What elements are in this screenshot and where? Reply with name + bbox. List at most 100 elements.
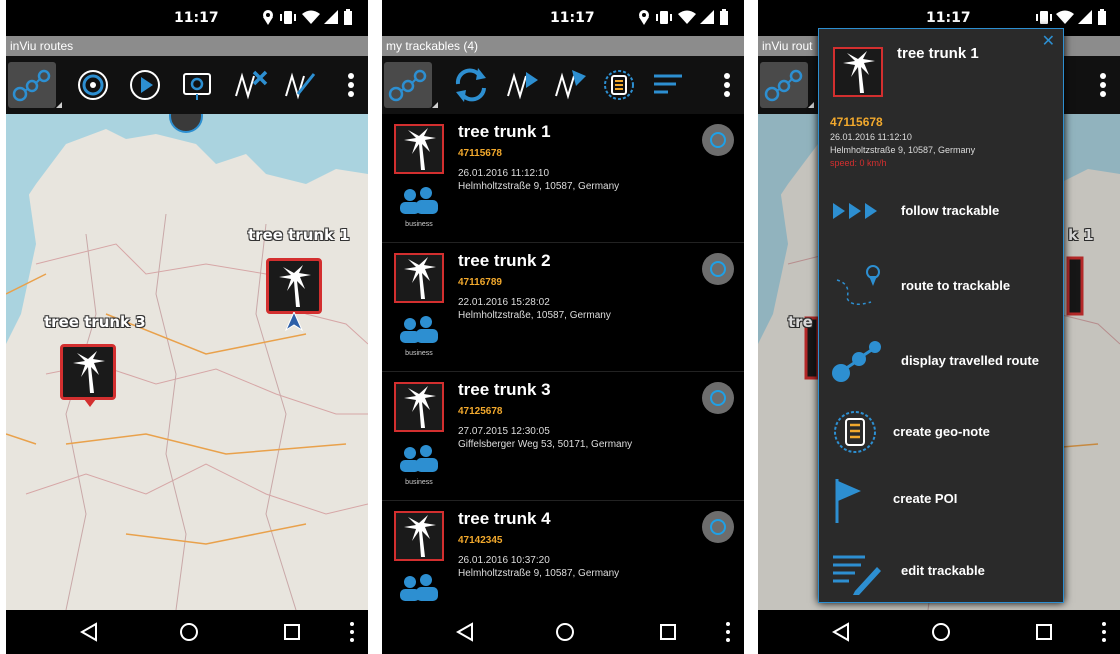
battery-icon <box>344 9 352 25</box>
navigation-arrow-icon <box>284 312 304 332</box>
battery-icon <box>1098 9 1106 25</box>
close-icon[interactable]: ✕ <box>1042 31 1055 51</box>
route-delete-icon <box>235 70 268 100</box>
location-icon <box>263 10 273 25</box>
overflow-menu-icon[interactable] <box>724 72 730 98</box>
list-item[interactable]: business tree trunk 2 47116789 22.01.201… <box>382 243 744 372</box>
palm-tree-icon <box>404 515 436 557</box>
route-to-trackable-button[interactable]: route to trackable <box>819 256 1063 316</box>
trackable-date: 26.01.2016 10:37:20 <box>458 555 550 566</box>
palm-tree-icon <box>279 265 311 307</box>
route-send-button[interactable] <box>546 62 592 108</box>
trackables-menu-button[interactable] <box>760 62 814 108</box>
geo-note-icon <box>604 70 634 100</box>
recents-icon <box>1036 624 1052 640</box>
popup-trackable-date: 26.01.2016 11:12:10 <box>830 132 912 142</box>
trackable-id: 47116789 <box>458 277 502 288</box>
marker-label-partial-right: k 1 <box>1068 226 1094 244</box>
edit-route-button[interactable] <box>276 62 322 108</box>
group-label: business <box>405 350 433 357</box>
trackables-menu-button[interactable] <box>8 62 62 108</box>
trackable-date: 27.07.2015 12:30:05 <box>458 426 550 437</box>
nav-menu-icon <box>350 622 354 642</box>
home-icon <box>932 623 950 641</box>
refresh-button[interactable] <box>448 62 494 108</box>
trackable-address: Helmholtzstraße 9, 10587, Germany <box>458 181 620 192</box>
sort-icon <box>654 74 682 94</box>
list-item[interactable]: business tree trunk 3 47125678 27.07.201… <box>382 372 744 501</box>
action-label: display travelled route <box>901 353 1039 368</box>
list-toolbar <box>382 56 744 114</box>
trackable-name: tree trunk 2 <box>458 251 551 270</box>
group-label: business <box>405 221 433 228</box>
vibrate-icon <box>280 11 296 24</box>
edit-trackable-button[interactable]: edit trackable <box>819 541 1063 601</box>
palm-tree-icon <box>404 386 436 428</box>
play-button[interactable] <box>122 62 168 108</box>
create-poi-button[interactable]: create POI <box>819 469 1063 529</box>
vibrate-icon <box>1036 11 1052 24</box>
follow-trackable-button[interactable]: follow trackable <box>819 181 1063 241</box>
trackable-name: tree trunk 4 <box>458 509 551 528</box>
geo-note-button[interactable] <box>596 62 642 108</box>
action-label: create POI <box>893 491 958 506</box>
signal-icon <box>1078 10 1092 24</box>
route-edit-icon <box>285 72 316 100</box>
marker-label-tree-trunk-1: tree trunk 1 <box>248 226 350 244</box>
vibrate-icon <box>656 11 672 24</box>
status-bar: 11:17 <box>6 0 368 36</box>
map-view[interactable]: tree trunk 1 tree trunk 3 <box>6 114 368 610</box>
signal-icon <box>700 10 714 24</box>
display-travelled-route-button[interactable]: display travelled route <box>819 331 1063 391</box>
select-radio[interactable] <box>702 253 734 285</box>
overflow-menu-icon[interactable] <box>1100 72 1106 98</box>
trackables-menu-button[interactable] <box>384 62 438 108</box>
create-geo-note-button[interactable]: create geo-note <box>819 402 1063 462</box>
refresh-icon <box>455 68 486 102</box>
marker-pointer <box>84 399 96 407</box>
select-radio[interactable] <box>702 124 734 156</box>
sort-button[interactable] <box>646 62 692 108</box>
avatar <box>394 511 444 561</box>
trackable-address: Giffelsberger Weg 53, 50171, Germany <box>458 439 633 450</box>
map-toolbar <box>6 56 368 114</box>
clear-route-button[interactable] <box>226 62 272 108</box>
trackable-date: 22.01.2016 15:28:02 <box>458 297 550 308</box>
status-icons <box>263 9 352 25</box>
route-share-button[interactable] <box>498 62 544 108</box>
locate-button[interactable] <box>70 62 116 108</box>
phone-map-screen: 11:17 inViu routes tree trunk 1 tree tru… <box>6 0 368 654</box>
route-dots-icon <box>764 69 803 102</box>
route-send-icon <box>555 70 586 100</box>
wifi-icon <box>678 10 696 24</box>
status-time: 11:17 <box>550 10 595 26</box>
map-marker-tree-trunk-3[interactable] <box>60 344 116 400</box>
status-bar: 11:17 <box>382 0 744 36</box>
palm-tree-icon <box>404 128 436 170</box>
home-icon <box>556 623 574 641</box>
play-icon <box>130 70 160 100</box>
trackable-name: tree trunk 3 <box>458 380 551 399</box>
camera-button[interactable] <box>174 62 220 108</box>
phone-list-screen: 11:17 my trackables (4) business tree tr… <box>382 0 744 654</box>
location-icon <box>639 10 649 25</box>
group-label: business <box>405 479 433 486</box>
status-time: 11:17 <box>174 10 219 26</box>
action-label: follow trackable <box>901 203 1000 218</box>
map-marker-tree-trunk-1[interactable] <box>266 258 322 314</box>
select-radio[interactable] <box>702 382 734 414</box>
popup-trackable-speed: speed: 0 km/h <box>830 158 887 168</box>
route-dots-icon <box>388 69 427 102</box>
back-icon <box>455 622 473 642</box>
select-radio[interactable] <box>702 511 734 543</box>
list-item[interactable]: business tree trunk 1 47115678 26.01.201… <box>382 114 744 243</box>
trackable-address: Helmholtzstraße 9, 10587, Germany <box>458 568 620 579</box>
nav-buttons <box>79 622 354 642</box>
target-icon <box>78 70 108 100</box>
overflow-menu-icon[interactable] <box>348 72 354 98</box>
palm-tree-icon <box>73 351 105 393</box>
marker-label-partial-left: tre <box>788 313 813 331</box>
battery-icon <box>720 9 728 25</box>
route-pin-icon <box>836 265 880 305</box>
trackable-date: 26.01.2016 11:12:10 <box>458 168 550 179</box>
